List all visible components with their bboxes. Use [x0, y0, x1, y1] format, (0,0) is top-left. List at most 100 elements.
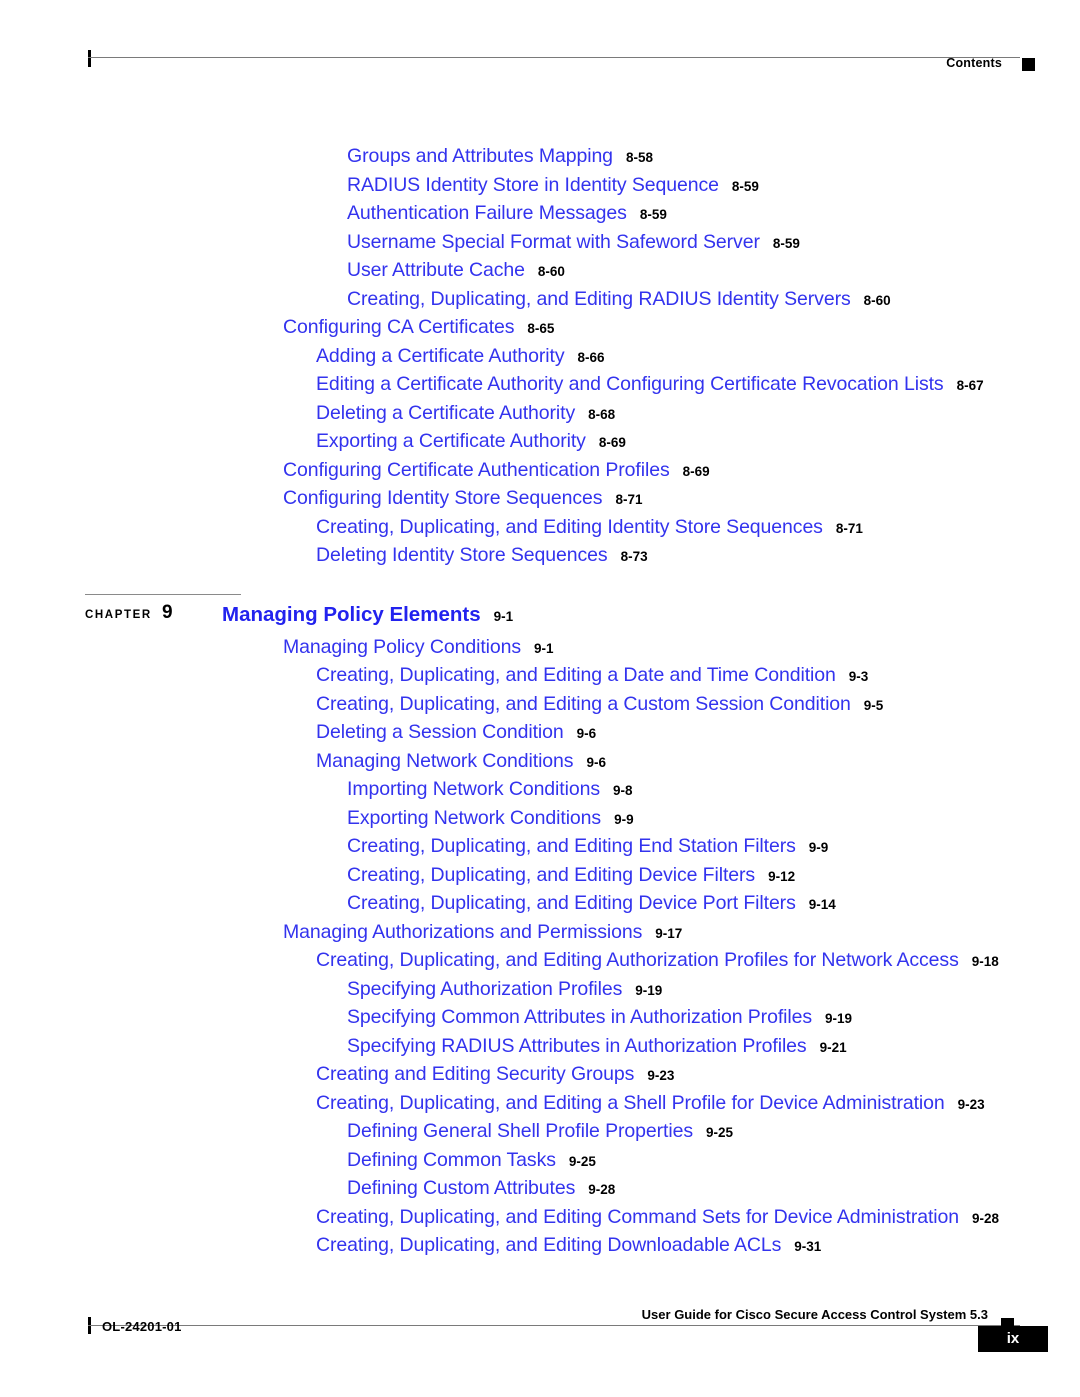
toc-entry-title: Authentication Failure Messages — [347, 202, 627, 224]
toc-entry-title: Creating, Duplicating, and Editing Devic… — [347, 863, 756, 886]
toc-entry-page-number: 8-69 — [598, 435, 626, 450]
toc-entry[interactable]: Configuring Identity Store Sequences 8-71 — [0, 484, 1080, 513]
toc-entry-page-number: 9-14 — [808, 897, 836, 912]
toc-entry-page-number: 8-65 — [527, 321, 555, 336]
toc-entry-page-number: 9-25 — [568, 1153, 596, 1169]
toc-entry-page-number: 8-71 — [615, 492, 643, 507]
toc-entry-page-number: 9-9 — [808, 840, 829, 855]
toc-entry-title: Username Special Format with Safeword Se… — [347, 230, 760, 253]
toc-entry-page-number: 8-60 — [863, 292, 891, 308]
toc-entry[interactable]: Adding a Certificate Authority 8-66 — [0, 342, 1080, 371]
toc-entry[interactable]: Creating, Duplicating, and Editing a Dat… — [0, 661, 1080, 690]
toc-entry-page-number: 9-25 — [706, 1125, 734, 1140]
toc-entry-title: Managing Network Conditions — [316, 749, 574, 772]
toc-entry[interactable]: Managing Policy Conditions 9-1 — [0, 633, 1080, 662]
toc-entry[interactable]: Creating, Duplicating, and Editing Downl… — [0, 1231, 1080, 1260]
toc-entry-title: Defining Common Tasks — [347, 1148, 556, 1171]
toc-entry[interactable]: Creating, Duplicating, and Editing a Cus… — [0, 690, 1080, 719]
footer-document-id: OL-24201-01 — [102, 1319, 182, 1334]
toc-entry[interactable]: Creating, Duplicating, and Editing Devic… — [0, 861, 1080, 890]
toc-entry[interactable]: Deleting a Certificate Authority 8-68 — [0, 399, 1080, 428]
toc-entry-title: Defining General Shell Profile Propertie… — [347, 1120, 693, 1142]
toc-entry[interactable]: Configuring CA Certificates 8-65 — [0, 313, 1080, 342]
toc-entry-page-number: 9-8 — [612, 783, 633, 798]
toc-entry-title: Exporting Network Conditions — [347, 806, 602, 829]
toc-entry[interactable]: Specifying RADIUS Attributes in Authoriz… — [0, 1032, 1080, 1061]
toc-entry-title: Defining Custom Attributes — [347, 1177, 576, 1199]
toc-entry-title: Specifying RADIUS Attributes in Authoriz… — [347, 1034, 807, 1057]
table-of-contents: Groups and Attributes Mapping 8-58 RADIUS … — [0, 142, 1080, 1260]
toc-entry-page-number: 8-69 — [682, 463, 710, 479]
toc-entry-page-number: 9-6 — [586, 754, 606, 770]
toc-entry-page-number: 8-66 — [577, 349, 605, 365]
toc-entry[interactable]: Creating, Duplicating, and Editing a She… — [0, 1089, 1080, 1118]
toc-entry[interactable]: Creating, Duplicating, and Editing Ident… — [0, 513, 1080, 542]
toc-entry[interactable]: Creating, Duplicating, and Editing Devic… — [0, 889, 1080, 918]
toc-entry-title: Deleting a Session Condition — [316, 721, 564, 743]
chapter-page-number: 9-1 — [493, 608, 514, 624]
toc-entry-page-number: 8-59 — [772, 235, 800, 251]
chapter-label: CHAPTER — [85, 608, 152, 621]
toc-entry-page-number: 9-19 — [825, 1011, 853, 1026]
toc-entry[interactable]: Creating and Editing Security Groups 9-23 — [0, 1060, 1080, 1089]
toc-entry-title: Creating, Duplicating, and Editing Comma… — [316, 1205, 960, 1228]
toc-entry-title: Creating, Duplicating, and Editing End S… — [347, 835, 796, 857]
toc-entry[interactable]: User Attribute Cache 8-60 — [0, 256, 1080, 285]
toc-entry[interactable]: Managing Network Conditions 9-6 — [0, 747, 1080, 776]
toc-group-chapter8: Groups and Attributes Mapping 8-58 RADIUS … — [0, 142, 1080, 570]
footer-page-number: ix — [978, 1326, 1048, 1352]
toc-entry[interactable]: Deleting Identity Store Sequences 8-73 — [0, 541, 1080, 570]
toc-entry[interactable]: Creating, Duplicating, and Editing Autho… — [0, 946, 1080, 975]
toc-entry-title: RADIUS Identity Store in Identity Sequen… — [347, 173, 719, 196]
toc-entry-title: Importing Network Conditions — [347, 778, 600, 800]
chapter-heading-row: CHAPTER 9 Managing Policy Elements 9-1 — [0, 589, 1080, 633]
toc-entry-page-number: 8-59 — [639, 207, 667, 222]
toc-entry[interactable]: Authentication Failure Messages 8-59 — [0, 199, 1080, 228]
toc-entry-title: Configuring Identity Store Sequences — [283, 487, 603, 509]
toc-entry-title: Configuring CA Certificates — [283, 316, 515, 338]
chapter-divider — [85, 593, 241, 595]
chapter-title-text: Managing Policy Elements — [222, 602, 481, 626]
toc-entry[interactable]: Exporting a Certificate Authority 8-69 — [0, 427, 1080, 456]
toc-entry[interactable]: Groups and Attributes Mapping 8-58 — [0, 142, 1080, 171]
toc-entry-page-number: 9-23 — [647, 1068, 675, 1083]
toc-entry[interactable]: Specifying Common Attributes in Authoriz… — [0, 1003, 1080, 1032]
toc-entry-title: Editing a Certificate Authority and Conf… — [316, 373, 944, 395]
toc-entry-page-number: 8-68 — [588, 406, 616, 422]
toc-entry-page-number: 8-67 — [956, 378, 984, 393]
toc-entry-page-number: 9-5 — [863, 697, 884, 713]
toc-entry[interactable]: Specifying Authorization Profiles 9-19 — [0, 975, 1080, 1004]
chapter-title-entry[interactable]: Managing Policy Elements 9-1 — [222, 603, 513, 627]
toc-entry-page-number: 9-3 — [848, 669, 869, 684]
footer-divider — [88, 1325, 1020, 1326]
toc-entry-title: Creating, Duplicating, and Editing Autho… — [316, 949, 959, 971]
toc-entry[interactable]: RADIUS Identity Store in Identity Sequen… — [0, 171, 1080, 200]
toc-entry-title: User Attribute Cache — [347, 259, 525, 281]
toc-entry[interactable]: Importing Network Conditions 9-8 — [0, 775, 1080, 804]
page-footer: OL-24201-01 User Guide for Cisco Secure … — [88, 1301, 1048, 1363]
toc-entry-page-number: 9-9 — [614, 811, 634, 827]
toc-entry[interactable]: Username Special Format with Safeword Se… — [0, 228, 1080, 257]
toc-entry[interactable]: Editing a Certificate Authority and Conf… — [0, 370, 1080, 399]
toc-entry-title: Creating, Duplicating, and Editing Ident… — [316, 515, 823, 538]
toc-entry[interactable]: Creating, Duplicating, and Editing Comma… — [0, 1203, 1080, 1232]
toc-entry-page-number: 9-19 — [635, 982, 663, 998]
toc-entry-page-number: 8-60 — [537, 264, 565, 279]
toc-entry[interactable]: Defining General Shell Profile Propertie… — [0, 1117, 1080, 1146]
toc-entry[interactable]: Exporting Network Conditions 9-9 — [0, 804, 1080, 833]
toc-entry-page-number: 9-28 — [588, 1182, 616, 1197]
toc-entry-page-number: 9-18 — [971, 954, 999, 969]
toc-entry[interactable]: Creating, Duplicating, and Editing RADIU… — [0, 285, 1080, 314]
toc-entry[interactable]: Configuring Certificate Authentication P… — [0, 456, 1080, 485]
toc-entry[interactable]: Managing Authorizations and Permissions 9… — [0, 918, 1080, 947]
toc-entry[interactable]: Deleting a Session Condition 9-6 — [0, 718, 1080, 747]
toc-entry-page-number: 9-23 — [957, 1096, 985, 1112]
toc-entry-title: Adding a Certificate Authority — [316, 344, 565, 367]
toc-entry[interactable]: Defining Common Tasks 9-25 — [0, 1146, 1080, 1175]
toc-entry-title: Creating, Duplicating, and Editing RADIU… — [347, 287, 851, 310]
toc-entry[interactable]: Creating, Duplicating, and Editing End S… — [0, 832, 1080, 861]
toc-entry-page-number: 9-17 — [655, 925, 683, 941]
chapter-number: 9 — [162, 601, 173, 623]
toc-entry[interactable]: Defining Custom Attributes 9-28 — [0, 1174, 1080, 1203]
toc-entry-title: Creating, Duplicating, and Editing a Cus… — [316, 692, 851, 715]
